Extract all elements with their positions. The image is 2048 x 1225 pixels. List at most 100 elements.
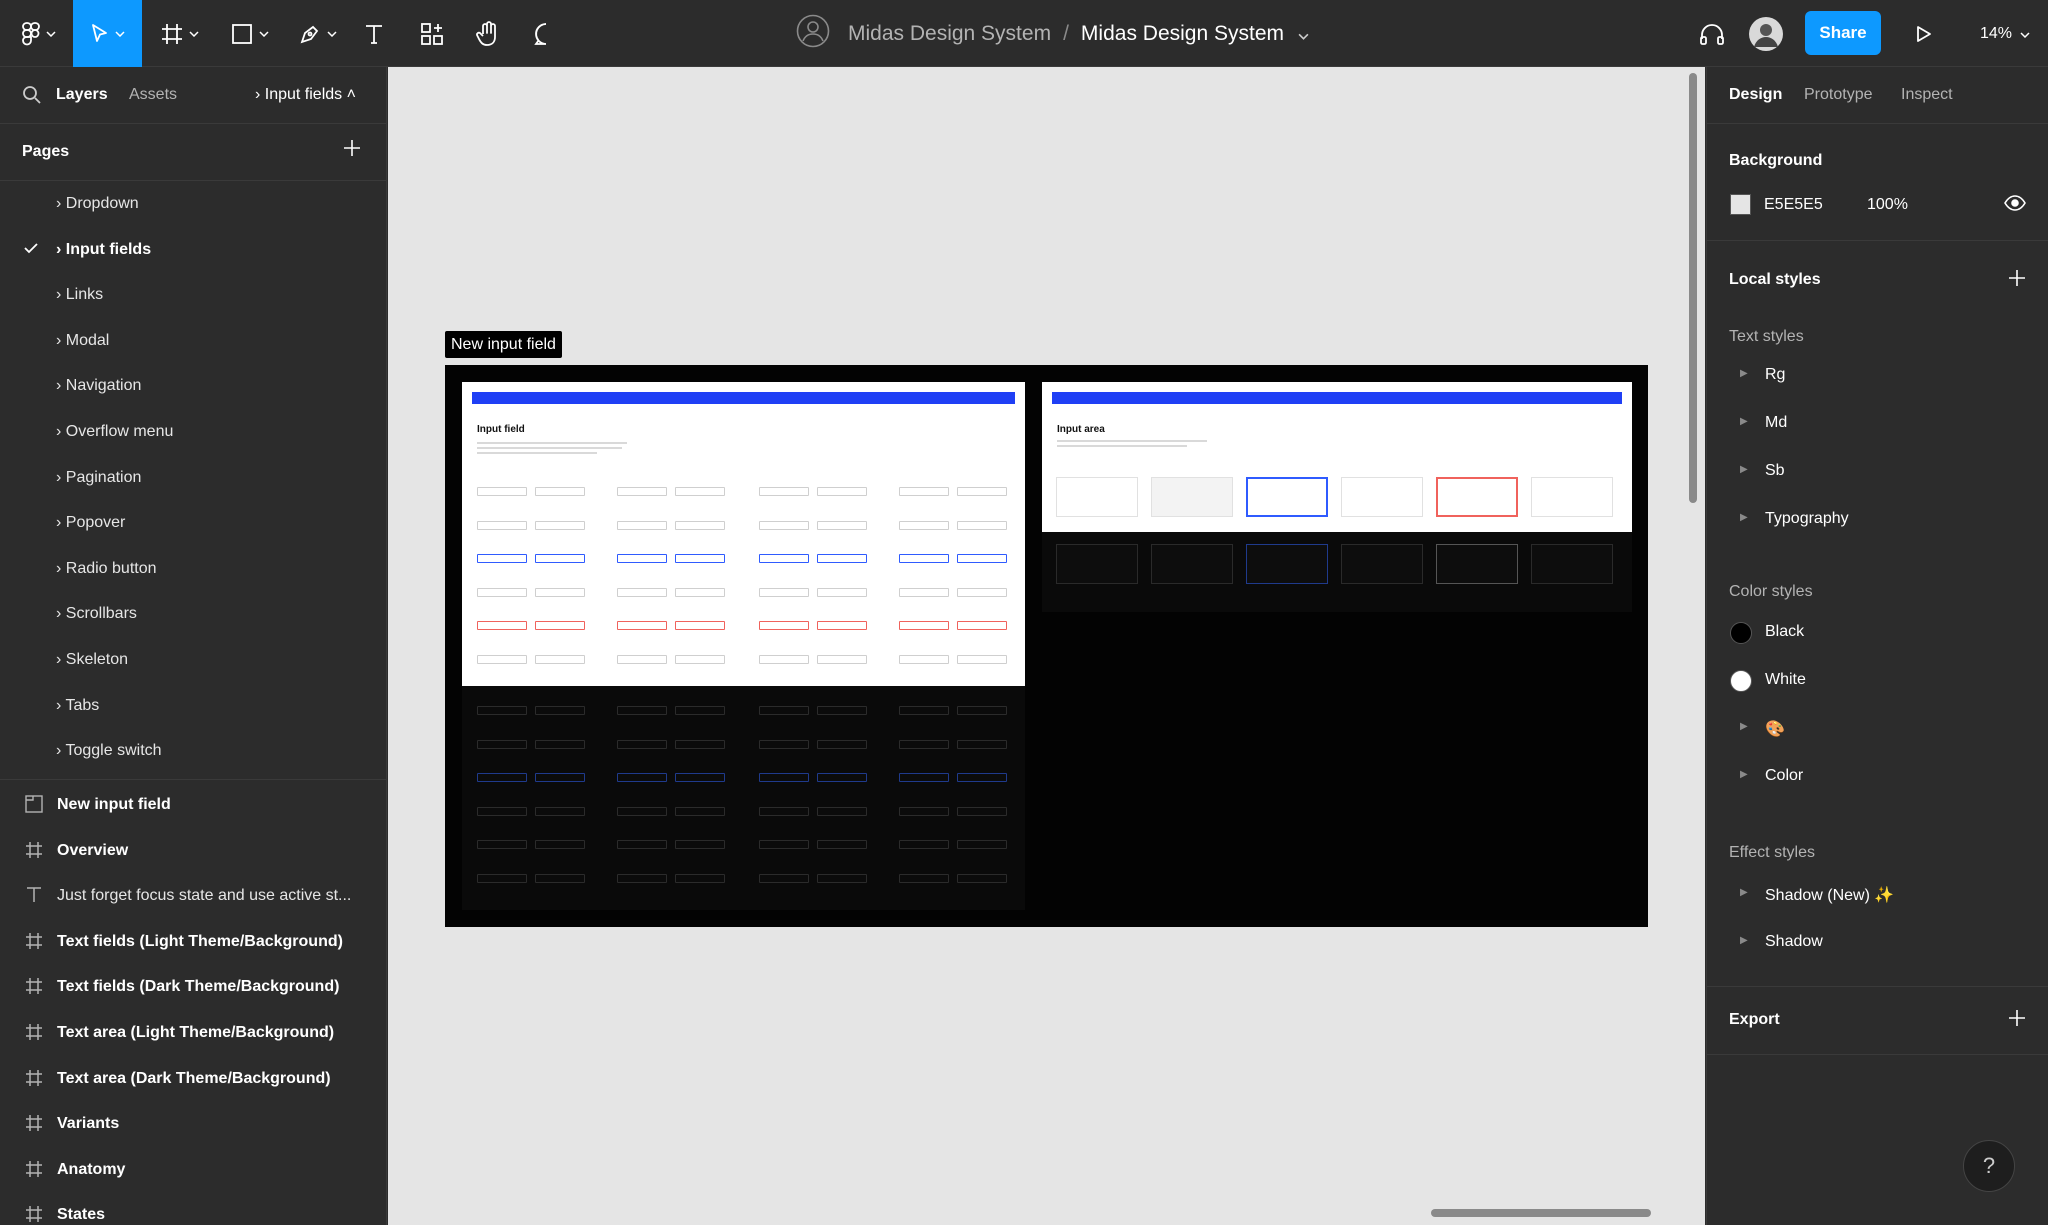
- description-line: [1057, 440, 1207, 442]
- page-item[interactable]: › Overflow menu: [0, 409, 386, 455]
- background-opacity-input[interactable]: 100%: [1867, 196, 1908, 214]
- tab-layers[interactable]: Layers: [56, 86, 108, 104]
- page-item[interactable]: › Modal: [0, 318, 386, 364]
- color-style-item[interactable]: Black: [1707, 610, 2048, 656]
- frame-tool-button[interactable]: [152, 0, 207, 67]
- text-fields-light-frame[interactable]: Input field: [462, 382, 1025, 686]
- input-field-preview: [899, 840, 949, 849]
- effect-style-item[interactable]: ▶ Shadow (New) ✨: [1707, 872, 2048, 918]
- layer-item[interactable]: Anatomy: [0, 1147, 386, 1193]
- vertical-scrollbar[interactable]: [1689, 73, 1697, 503]
- frame-icon: [161, 23, 183, 45]
- search-icon[interactable]: [22, 85, 42, 110]
- section-new-input-field[interactable]: Input field Input area: [445, 365, 1648, 927]
- input-field-preview: [535, 587, 585, 597]
- text-style-item[interactable]: ▶ Sb: [1707, 449, 2048, 495]
- text-icon: [25, 886, 43, 909]
- tab-inspect[interactable]: Inspect: [1901, 86, 1953, 104]
- text-area-light-frame[interactable]: Input area: [1042, 382, 1632, 532]
- layer-item[interactable]: Text fields (Dark Theme/Background): [0, 964, 386, 1010]
- text-style-item[interactable]: ▶ Typography: [1707, 497, 2048, 543]
- shape-tool-button[interactable]: [224, 0, 276, 67]
- input-field-preview: [617, 587, 667, 597]
- nav-bar-preview: [472, 392, 1015, 404]
- text-style-item[interactable]: ▶ Md: [1707, 401, 2048, 447]
- team-name[interactable]: Midas Design System: [848, 22, 1051, 46]
- move-tool-button[interactable]: [73, 0, 142, 67]
- layer-item[interactable]: States: [0, 1192, 386, 1225]
- color-swatch: [1730, 622, 1752, 644]
- hand-icon: [476, 20, 500, 47]
- page-item[interactable]: › Radio button: [0, 546, 386, 592]
- input-field-preview: [817, 873, 867, 883]
- eye-icon[interactable]: [2004, 195, 2026, 216]
- main-menu-button[interactable]: [14, 0, 64, 67]
- nav-bar-preview: [1052, 392, 1622, 404]
- page-item[interactable]: › Tabs: [0, 683, 386, 729]
- input-field-preview: [535, 873, 585, 883]
- file-name[interactable]: Midas Design System: [1081, 22, 1284, 46]
- text-area-dark-frame[interactable]: [1042, 532, 1632, 612]
- add-page-icon[interactable]: [342, 138, 362, 163]
- zoom-dropdown[interactable]: 14%: [1980, 0, 2030, 67]
- tab-design[interactable]: Design: [1729, 86, 1782, 104]
- user-avatar[interactable]: [1748, 0, 1784, 67]
- export-section: Export: [1707, 987, 2048, 1055]
- add-export-icon[interactable]: [2007, 1008, 2027, 1033]
- chevron-down-icon[interactable]: [1298, 22, 1309, 46]
- page-item[interactable]: › Scrollbars: [0, 591, 386, 637]
- tab-prototype[interactable]: Prototype: [1804, 86, 1872, 104]
- frame-label[interactable]: New input field: [445, 331, 562, 358]
- comment-tool-button[interactable]: [530, 0, 562, 67]
- input-field-preview: [477, 840, 527, 849]
- color-style-item[interactable]: ▶ 🎨: [1707, 706, 2048, 752]
- help-button[interactable]: ?: [1963, 1140, 2015, 1192]
- input-field-preview: [617, 806, 667, 816]
- page-item[interactable]: › Navigation: [0, 363, 386, 409]
- page-item[interactable]: › Input fields: [0, 227, 386, 273]
- input-field-preview: [899, 654, 949, 664]
- color-style-label: Black: [1765, 623, 1805, 640]
- layer-item[interactable]: Variants: [0, 1101, 386, 1147]
- page-item[interactable]: › Pagination: [0, 455, 386, 501]
- input-field-preview: [617, 739, 667, 749]
- background-hex-input[interactable]: E5E5E5: [1764, 196, 1823, 214]
- layer-item[interactable]: Text area (Light Theme/Background): [0, 1010, 386, 1056]
- hand-tool-button[interactable]: [472, 0, 504, 67]
- share-button[interactable]: Share: [1805, 11, 1881, 55]
- text-fields-dark-frame[interactable]: [462, 686, 1025, 910]
- layer-item[interactable]: Text area (Dark Theme/Background): [0, 1056, 386, 1102]
- canvas[interactable]: New input field Input field Input area: [388, 67, 1705, 1225]
- tab-assets[interactable]: Assets: [129, 86, 177, 104]
- current-page-toggle[interactable]: › Input fields ˄: [255, 86, 356, 104]
- effect-style-item[interactable]: ▶ Shadow: [1707, 920, 2048, 966]
- background-color-swatch[interactable]: [1730, 194, 1751, 215]
- page-item-label: › Modal: [56, 331, 110, 349]
- resources-button[interactable]: [416, 0, 448, 67]
- color-style-item[interactable]: White: [1707, 658, 2048, 704]
- pen-tool-button[interactable]: [292, 0, 344, 67]
- page-item[interactable]: › Popover: [0, 500, 386, 546]
- text-area-preview: [1056, 477, 1138, 517]
- present-button[interactable]: [1910, 0, 1938, 67]
- color-style-label: White: [1765, 671, 1806, 688]
- horizontal-scrollbar[interactable]: [1431, 1209, 1651, 1217]
- input-field-preview: [759, 773, 809, 782]
- caret-right-icon: ▶: [1740, 464, 1748, 475]
- text-style-item[interactable]: ▶ Rg: [1707, 353, 2048, 399]
- page-item[interactable]: › Links: [0, 272, 386, 318]
- input-field-preview: [535, 520, 585, 530]
- layer-item[interactable]: Just forget focus state and use active s…: [0, 873, 386, 919]
- layer-item[interactable]: New input field: [0, 782, 386, 828]
- color-style-item[interactable]: ▶ Color: [1707, 754, 2048, 800]
- layer-item[interactable]: Text fields (Light Theme/Background): [0, 919, 386, 965]
- page-item[interactable]: › Dropdown: [0, 181, 386, 227]
- text-tool-button[interactable]: [358, 0, 390, 67]
- chevron-down-icon: [2020, 25, 2030, 43]
- audio-button[interactable]: [1695, 0, 1729, 67]
- add-style-icon[interactable]: [2007, 268, 2027, 293]
- page-item[interactable]: › Skeleton: [0, 637, 386, 683]
- page-item[interactable]: › Toggle switch: [0, 728, 386, 774]
- layer-item[interactable]: Overview: [0, 828, 386, 874]
- team-avatar-icon[interactable]: [796, 14, 830, 54]
